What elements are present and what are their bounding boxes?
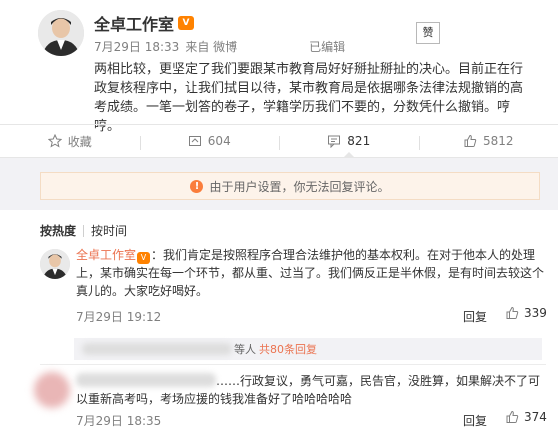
thumb-up-icon: [505, 306, 519, 320]
collect-button[interactable]: 收藏: [0, 133, 140, 150]
replies-tail: 等人: [234, 343, 256, 356]
comment-button[interactable]: 821: [279, 134, 419, 158]
redacted-author: [76, 373, 216, 387]
redacted-area: [243, 38, 303, 55]
reply-button[interactable]: 回复: [463, 308, 487, 325]
author-avatar[interactable]: [38, 10, 84, 56]
comment-author[interactable]: 全卓工作室: [76, 248, 136, 262]
repost-icon: [188, 134, 202, 148]
reply-button[interactable]: 回复: [463, 412, 487, 429]
comment-like-button[interactable]: 339: [505, 306, 547, 320]
warning-icon: !: [190, 179, 204, 193]
comment-body: ……行政复议，勇气可嘉，民告官，没胜算，如果解决不了可以重新高考吗，考场应援的钱…: [76, 372, 546, 408]
action-bar: 收藏 604 821 5812: [0, 124, 558, 158]
comment-like-count: 374: [524, 410, 547, 424]
edited-label[interactable]: 已编辑: [309, 38, 345, 55]
reply-restricted-notice: ! 由于用户设置，你无法回复评论。: [40, 172, 540, 200]
comment-body: 全卓工作室 V ：我们肯定是按照程序合理合法维护他的基本权利。在对于他本人的处理上，…: [76, 246, 546, 300]
thumb-up-icon: [463, 134, 477, 148]
post-source: 来自 微博: [185, 40, 238, 54]
repost-button[interactable]: 604: [139, 134, 280, 150]
vip-badge-icon: V: [178, 16, 195, 30]
author-name[interactable]: 全卓工作室 V: [94, 11, 195, 35]
tab-by-time[interactable]: 按时间: [91, 222, 127, 239]
replies-summary[interactable]: 等人 共80条回复: [74, 338, 542, 360]
author-name-text[interactable]: 全卓工作室: [94, 11, 174, 35]
collect-label: 收藏: [67, 134, 92, 149]
comment-time[interactable]: 7月29日 19:12: [76, 308, 161, 325]
redacted-names: [82, 343, 232, 355]
comment-like-count: 339: [524, 306, 547, 320]
like-button[interactable]: 5812: [418, 134, 558, 150]
vip-badge-icon: V: [137, 252, 151, 264]
tab-by-hot[interactable]: 按热度: [40, 222, 76, 239]
notice-text: 由于用户设置，你无法回复评论。: [209, 179, 390, 194]
post-meta: 7月29日 18:33 来自 微博 已编辑: [94, 38, 345, 55]
comment-divider: [40, 364, 546, 365]
comment-count: 821: [347, 134, 371, 148]
comment-avatar[interactable]: [40, 249, 70, 279]
like-count: 5812: [482, 134, 514, 148]
comment-sort-tabs: 按热度 按时间: [40, 222, 127, 239]
tab-divider: [83, 224, 85, 237]
like-chip-button[interactable]: 赞: [416, 22, 440, 44]
repost-count: 604: [207, 134, 231, 148]
star-icon: [47, 134, 62, 148]
comment-avatar-redacted[interactable]: [34, 372, 70, 408]
comment-time[interactable]: 7月29日 18:35: [76, 412, 161, 429]
replies-count-link[interactable]: 共80条回复: [259, 341, 317, 357]
post-time[interactable]: 7月29日 18:33: [94, 38, 179, 55]
thumb-up-icon: [505, 410, 519, 424]
comment-like-button[interactable]: 374: [505, 410, 547, 424]
comment-icon: [327, 134, 341, 148]
